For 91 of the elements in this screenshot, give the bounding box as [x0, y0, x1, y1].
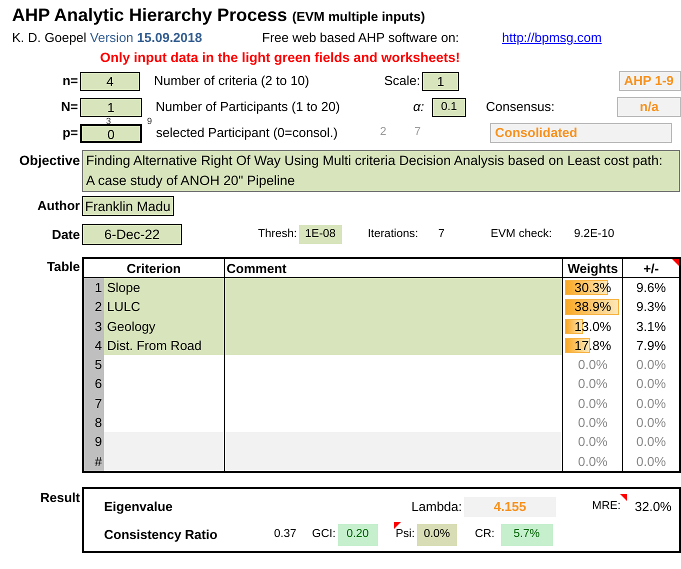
number-field[interactable]: 1 — [422, 72, 460, 90]
date-label: Date — [50, 226, 81, 244]
lambda-value: 4.155 — [464, 496, 556, 517]
param-description: Number of Participants (1 to 20) — [156, 98, 341, 116]
comment-marker-icon — [620, 494, 627, 502]
result-indicator: n/a — [617, 97, 681, 117]
warning-text: Only input data in the light green fields and worksheets! — [99, 49, 462, 67]
iterations-label: Iterations: — [368, 226, 418, 242]
weight-value: 0.0% — [576, 394, 609, 413]
cr-value: 5.7% — [500, 524, 553, 546]
consensus-label: Consensus: — [486, 98, 556, 116]
param-label: N= — [60, 98, 79, 116]
consistency-ratio-value: 0.37 — [274, 527, 298, 542]
eigenvalue-label: Eigenvalue — [104, 498, 174, 516]
row-number: 3 — [84, 316, 104, 336]
comment-marker-icon — [394, 522, 401, 530]
row-number: 1 — [84, 278, 104, 298]
number-field[interactable]: 0 — [80, 124, 142, 142]
index-number: 7 — [414, 125, 421, 140]
error-value: 0.0% — [635, 433, 667, 452]
thresh-label: Thresh: — [258, 226, 297, 242]
software-note: Free web based AHP software on: — [262, 29, 460, 47]
param-label: n= — [61, 72, 79, 90]
evm-check-value: 9.2E-10 — [574, 226, 614, 242]
column-header: Weights — [562, 258, 622, 278]
table-label: Table — [46, 258, 81, 276]
cr-label: CR: — [474, 527, 495, 542]
param-description: selected Participant (0=consol.) — [156, 124, 339, 142]
criterion-cell[interactable]: LULC — [104, 297, 140, 317]
weight-value: 0.0% — [576, 356, 609, 374]
error-value: 9.3% — [635, 298, 667, 316]
gci-value: 0.20 — [338, 524, 378, 546]
objective-field[interactable]: Finding Alternative Right Of Way Using Multi criteria Decision Analysis based on Least cost path: A case study of ANOH 20" Pipeline — [82, 150, 680, 192]
website-link[interactable]: http://bpmsg.com — [502, 28, 602, 48]
weight-value: 0.0% — [576, 433, 609, 452]
row-number: 8 — [84, 413, 104, 432]
error-value: 7.9% — [635, 336, 667, 355]
row-number: # — [84, 452, 104, 471]
error-value: 0.0% — [635, 414, 667, 432]
column-header: Criterion — [126, 260, 182, 278]
objective-label: Objective — [18, 152, 81, 170]
number-field[interactable]: 0.1 — [432, 98, 466, 116]
error-value: 0.0% — [635, 375, 667, 394]
weight-value: 0.0% — [576, 452, 609, 471]
mre-label: MRE: — [592, 498, 627, 516]
column-header: +/- — [622, 258, 679, 278]
weight-value: 0.0% — [576, 414, 609, 432]
param-description: Number of criteria (2 to 10) — [154, 72, 310, 90]
psi-value: 0.0% — [416, 524, 457, 546]
weight-value: 38.9% — [573, 298, 612, 316]
partial-digit: 9 — [147, 117, 152, 126]
consistency-ratio-label: Consistency Ratio — [104, 526, 218, 544]
mre-value: 32.0% — [634, 498, 672, 516]
psi-label: Psi: — [396, 526, 417, 544]
app-title: AHP Analytic Hierarchy Process (EVM multiple inputs) — [12, 4, 426, 27]
error-value: 0.0% — [635, 394, 667, 413]
criterion-cell[interactable]: Dist. From Road — [104, 336, 202, 356]
number-field[interactable]: 1 — [80, 98, 142, 116]
criterion-cell[interactable]: Slope — [104, 278, 140, 298]
row-number: 7 — [84, 394, 104, 414]
param-label: α: — [412, 98, 424, 116]
author-credit: K. D. Goepel Version 15.09.2018 — [12, 29, 204, 47]
weight-value: 0.0% — [576, 375, 609, 394]
index-number: 2 — [380, 125, 386, 140]
gci-label: GCI: — [312, 527, 336, 542]
author-label: Author — [36, 197, 81, 216]
row-number: 9 — [84, 432, 104, 452]
result-label: Result — [39, 488, 81, 507]
error-value: 0.0% — [635, 356, 667, 374]
comment-marker-icon — [672, 258, 679, 266]
param-label: p= — [61, 124, 79, 142]
error-value: 3.1% — [635, 318, 667, 336]
row-number: 2 — [84, 297, 104, 317]
author-field[interactable]: Franklin Madu — [82, 196, 174, 216]
error-value: 9.6% — [635, 279, 667, 297]
result-indicator: Consolidated — [490, 123, 672, 143]
evm-check-label: EVM check: — [490, 226, 552, 242]
param-label: Scale: — [383, 72, 420, 90]
weight-value: 30.3% — [573, 279, 612, 297]
iterations-value: 7 — [438, 226, 445, 242]
lambda-label: Lambda: — [410, 498, 462, 516]
thresh-field[interactable]: 1E-08 — [299, 224, 342, 244]
date-field[interactable]: 6-Dec-22 — [82, 224, 182, 245]
row-number: 6 — [84, 374, 104, 394]
partial-digit: 3 — [106, 117, 112, 126]
number-field[interactable]: 4 — [80, 72, 140, 90]
row-number: 5 — [84, 355, 104, 374]
criterion-cell[interactable]: Geology — [104, 316, 156, 336]
error-value: 0.0% — [635, 452, 667, 471]
row-number: 4 — [84, 336, 104, 356]
result-indicator: AHP 1-9 — [619, 71, 681, 91]
